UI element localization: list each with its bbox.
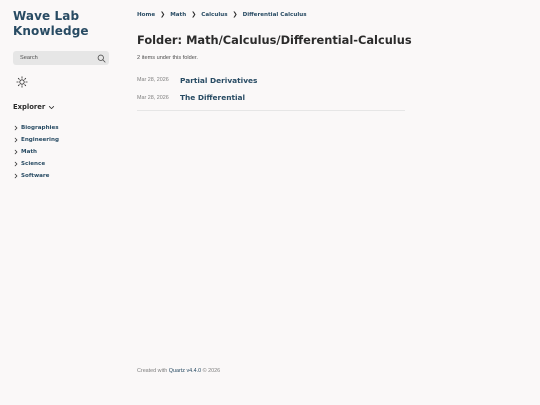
site-title-line1: Wave Lab	[13, 9, 80, 23]
site-title-line2: Knowledge	[13, 24, 89, 38]
breadcrumb-math[interactable]: Math	[170, 12, 186, 18]
breadcrumb: Home ❯ Math ❯ Calculus ❯ Differential Ca…	[137, 10, 405, 19]
footer-suffix: © 2026	[201, 368, 221, 374]
list-item: Mar 28, 2026 Partial Derivatives	[137, 74, 405, 86]
explorer-folder-math[interactable]: Math	[13, 146, 109, 158]
list-item: Mar 28, 2026 The Differential	[137, 92, 405, 104]
explorer-item-label: Science	[21, 161, 46, 167]
breadcrumb-separator: ❯	[191, 12, 197, 18]
footer: Created with Quartz v4.4.0 © 2026	[137, 368, 220, 374]
search-placeholder: Search	[20, 55, 38, 61]
breadcrumb-calculus[interactable]: Calculus	[201, 12, 227, 18]
search-bar[interactable]: Search	[13, 51, 109, 65]
post-list: Mar 28, 2026 Partial Derivatives Mar 28,…	[137, 74, 405, 104]
explorer-folder-software[interactable]: Software	[13, 170, 109, 182]
footer-quartz-link[interactable]: Quartz v4.4.0	[169, 368, 201, 374]
chevron-right-icon	[13, 173, 19, 179]
chevron-down-icon	[48, 98, 55, 116]
explorer-title: Explorer	[13, 103, 46, 111]
explorer-folder-biographies[interactable]: Biographies	[13, 122, 109, 134]
explorer-list: Biographies Engineering Math Science Sof…	[13, 122, 109, 182]
footer-prefix: Created with	[137, 368, 169, 374]
main-content: Home ❯ Math ❯ Calculus ❯ Differential Ca…	[137, 10, 412, 111]
explorer-folder-engineering[interactable]: Engineering	[13, 134, 109, 146]
explorer-toggle[interactable]: Explorer	[13, 98, 109, 116]
post-date: Mar 28, 2026	[137, 94, 169, 101]
page-title: Folder: Math/Calculus/Differential-Calcu…	[137, 33, 412, 47]
chevron-right-icon	[13, 125, 19, 131]
explorer-item-label: Math	[21, 149, 37, 155]
folder-item-count: 2 items under this folder.	[137, 55, 198, 61]
search-icon[interactable]	[97, 54, 106, 63]
left-sidebar: Wave Lab Knowledge Search Explorer Biogr…	[13, 9, 109, 182]
post-title-link[interactable]: The Differential	[180, 93, 245, 102]
sun-icon[interactable]	[16, 76, 28, 88]
breadcrumb-separator: ❯	[232, 12, 238, 18]
post-title-link[interactable]: Partial Derivatives	[180, 76, 257, 85]
explorer-item-label: Biographies	[21, 125, 59, 131]
content-divider	[137, 109, 405, 111]
page: Wave Lab Knowledge Search Explorer Biogr…	[0, 0, 540, 405]
explorer-folder-science[interactable]: Science	[13, 158, 109, 170]
post-date: Mar 28, 2026	[137, 77, 169, 83]
breadcrumb-differential-calculus[interactable]: Differential Calculus	[243, 12, 307, 18]
breadcrumb-separator: ❯	[160, 12, 166, 18]
breadcrumb-home[interactable]: Home	[137, 12, 155, 18]
site-title[interactable]: Wave Lab Knowledge	[13, 9, 109, 39]
explorer-item-label: Software	[21, 173, 50, 179]
chevron-right-icon	[13, 149, 19, 155]
explorer-item-label: Engineering	[21, 137, 59, 143]
chevron-right-icon	[13, 161, 19, 167]
chevron-right-icon	[13, 137, 19, 143]
